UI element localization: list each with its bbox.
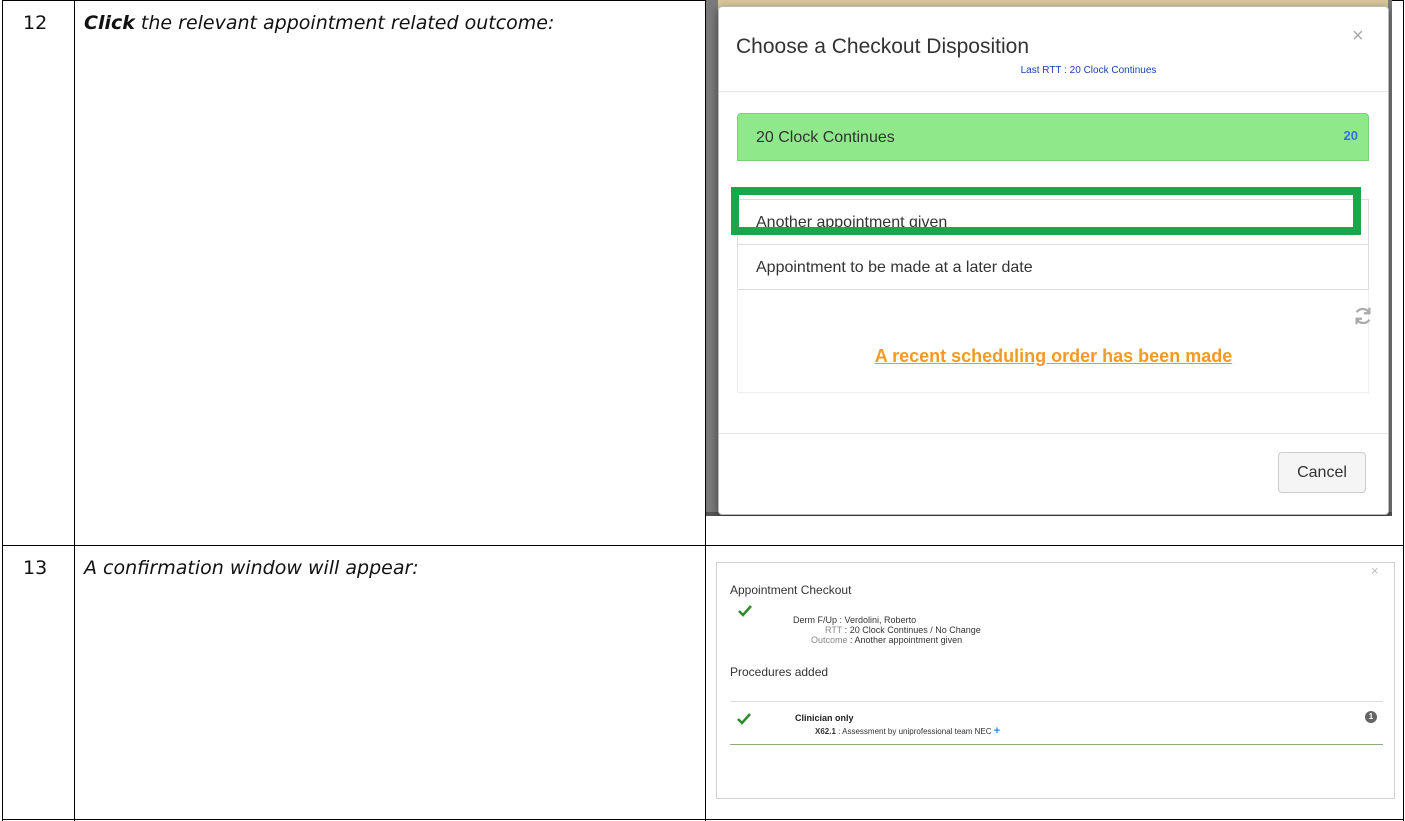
last-rtt-subtitle: Last RTT : 20 Clock Continues	[1020, 65, 1157, 76]
checkout-disposition-modal: Choose a Checkout Disposition Last RTT :…	[718, 6, 1389, 515]
line-value: Another appointment given	[854, 635, 963, 645]
footer-divider	[719, 433, 1388, 434]
step-instruction: Click the relevant appointment related o…	[84, 12, 554, 34]
refresh-icon[interactable]	[1352, 305, 1374, 327]
line-key: RTT	[825, 625, 843, 635]
instruction-text: the relevant appointment related outcome…	[134, 12, 555, 34]
line-separator: :	[837, 615, 845, 625]
table-border-right	[1403, 0, 1404, 821]
check-icon	[737, 713, 751, 725]
active-disposition-label: 20 Clock Continues	[756, 129, 895, 146]
line-separator: :	[842, 625, 850, 635]
background-overlay-left	[706, 0, 718, 516]
step-number: 13	[23, 557, 48, 579]
procedure-line: X62.1 : Assessment by uniprofessional te…	[815, 725, 1000, 737]
check-icon	[738, 605, 752, 617]
instruction-emphasis: Click	[84, 12, 135, 34]
close-icon[interactable]: ×	[1352, 25, 1364, 48]
option-label: Appointment to be made at a later date	[756, 259, 1033, 276]
header-divider	[719, 91, 1388, 92]
option-later-date[interactable]: Appointment to be made at a later date	[737, 244, 1369, 290]
rtt-line: RTT : 20 Clock Continues / No Change	[825, 625, 981, 635]
table-border-col1	[74, 0, 75, 821]
line-key: Outcome	[811, 635, 848, 645]
procedure-count-badge: 1	[1365, 711, 1377, 723]
outcome-line: Outcome : Another appointment given	[811, 635, 962, 645]
scheduling-panel	[737, 289, 1369, 393]
cancel-button[interactable]: Cancel	[1278, 452, 1366, 493]
checkout-disposition-screenshot: Choose a Checkout Disposition Last RTT :…	[706, 0, 1392, 516]
line-value: Verdolini, Roberto	[844, 615, 917, 625]
close-icon[interactable]: ×	[1371, 563, 1379, 578]
line-key: Derm F/Up	[793, 615, 838, 625]
appointment-line: Derm F/Up : Verdolini, Roberto	[793, 615, 916, 625]
step-instruction: A confirmation window will appear:	[84, 557, 419, 579]
procedure-group-label: Clinician only	[795, 713, 854, 723]
active-disposition-badge: 20	[1343, 128, 1358, 143]
line-separator: :	[847, 635, 855, 645]
active-disposition-item[interactable]: 20 Clock Continues 20	[737, 113, 1369, 161]
procedures-divider	[730, 701, 1383, 702]
confirmation-title: Appointment Checkout	[730, 583, 852, 597]
table-border-left	[2, 0, 3, 821]
procedure-description: Assessment by uniprofessional team NEC	[842, 727, 992, 736]
procedures-bottom-divider	[730, 744, 1383, 745]
confirmation-screenshot: × Appointment Checkout Derm F/Up : Verdo…	[716, 562, 1395, 799]
procedures-heading: Procedures added	[730, 665, 829, 679]
add-procedure-icon[interactable]: +	[994, 725, 1000, 737]
step-number: 12	[23, 12, 48, 34]
line-value: 20 Clock Continues / No Change	[849, 625, 981, 635]
table-border-bottom	[2, 819, 1404, 820]
scheduling-order-link[interactable]: A recent scheduling order has been made	[719, 346, 1388, 367]
procedure-code: X62.1	[815, 727, 836, 736]
modal-title: Choose a Checkout Disposition	[736, 35, 1029, 58]
highlight-box	[731, 187, 1361, 235]
table-border-row-divider	[2, 545, 1404, 546]
